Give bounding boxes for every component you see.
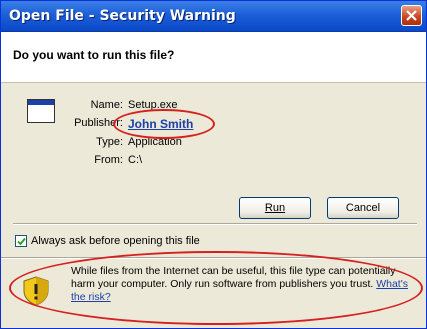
divider (13, 223, 417, 225)
dialog-question: Do you want to run this file? (13, 48, 175, 62)
type-label: Type: (96, 136, 123, 148)
header-panel: Do you want to run this file? (1, 32, 426, 83)
application-file-icon (27, 99, 55, 123)
always-ask-checkbox[interactable] (15, 235, 27, 247)
title-bar[interactable]: Open File - Security Warning (1, 1, 426, 32)
cancel-button[interactable]: Cancel (327, 197, 399, 219)
close-icon (406, 10, 417, 21)
warning-highlight-circle (9, 251, 423, 325)
close-button[interactable] (401, 5, 422, 26)
window-title: Open File - Security Warning (9, 8, 236, 24)
checkmark-icon (17, 237, 26, 246)
from-label: From: (94, 154, 123, 166)
always-ask-label[interactable]: Always ask before opening this file (31, 235, 200, 247)
run-button[interactable]: Run (239, 197, 311, 219)
name-label: Name: (90, 99, 123, 111)
cancel-button-label: Cancel (345, 202, 381, 214)
security-warning-dialog: Open File - Security Warning Do you want… (0, 0, 427, 329)
file-icon-titlebar (28, 100, 54, 105)
from-value: C:\ (128, 154, 143, 166)
publisher-highlight-circle (113, 109, 215, 139)
run-button-label: Run (264, 202, 286, 214)
